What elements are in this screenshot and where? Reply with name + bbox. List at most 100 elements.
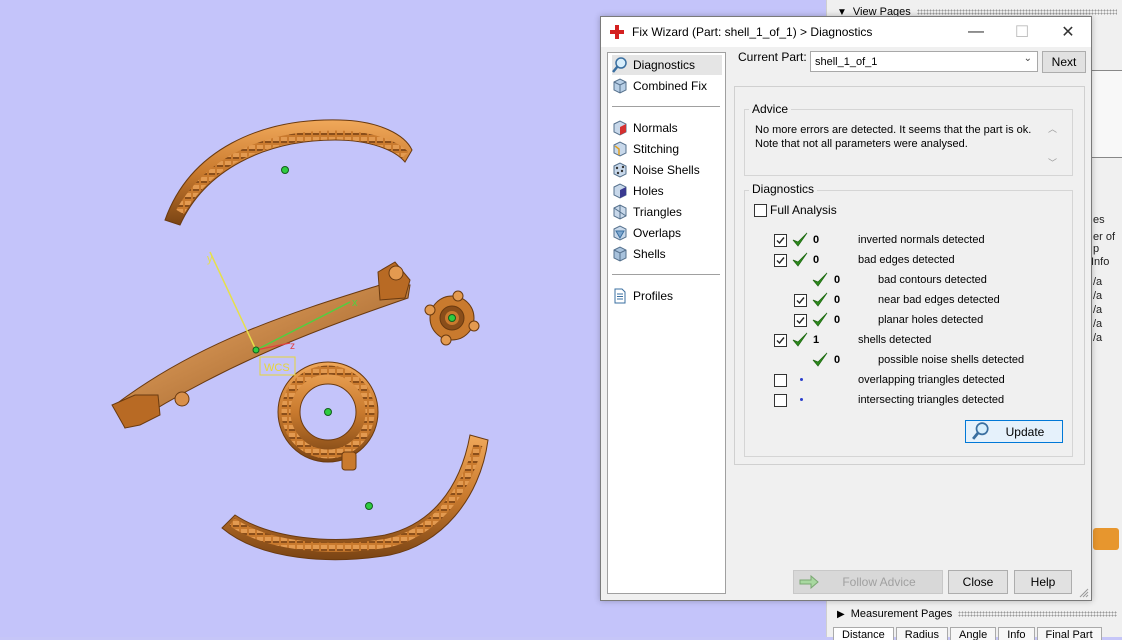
diagnostic-checkbox[interactable] — [794, 314, 807, 327]
fix-wizard-dialog: Fix Wizard (Part: shell_1_of_1) > Diagno… — [600, 16, 1092, 601]
nav-item-combined-fix[interactable]: Combined Fix — [612, 76, 722, 96]
diagnostic-checkbox[interactable] — [774, 374, 787, 387]
follow-advice-button[interactable]: Follow Advice — [793, 570, 943, 594]
nav-label: Profiles — [633, 289, 674, 303]
nav-divider — [612, 106, 720, 107]
diagnostic-count: 0 — [834, 354, 841, 366]
green-check-icon — [812, 292, 828, 308]
tab-radius[interactable]: Radius — [895, 627, 949, 640]
scroll-down-icon[interactable]: ﹀ — [1048, 156, 1057, 169]
chevron-down-icon: ⌄ — [1023, 53, 1032, 64]
nav-item-normals[interactable]: Normals — [612, 118, 722, 138]
diagnostic-label: near bad edges detected — [878, 294, 1000, 306]
nav-label: Shells — [633, 247, 666, 261]
nav-label: Triangles — [633, 205, 682, 219]
toolbar-fragment-icon[interactable] — [1093, 528, 1119, 550]
axis-x-label: x — [352, 297, 358, 309]
full-analysis-checkbox[interactable] — [754, 204, 767, 217]
diagnostic-count: 0 — [834, 274, 841, 286]
scroll-up-icon[interactable]: ︿ — [1048, 122, 1057, 135]
nav-label: Overlaps — [633, 226, 682, 240]
green-check-icon — [812, 352, 828, 368]
diagnostic-count: 1 — [813, 334, 820, 346]
advice-line: Note that not all parameters were analys… — [755, 138, 968, 150]
diagnostic-count: 0 — [834, 294, 841, 306]
nav-label: Diagnostics — [633, 58, 696, 72]
close-button[interactable]: Close — [948, 570, 1008, 594]
title-bar[interactable]: Fix Wizard (Part: shell_1_of_1) > Diagno… — [601, 17, 1091, 47]
magnifier-icon — [972, 422, 989, 440]
update-label: Update — [1005, 424, 1045, 439]
update-button[interactable]: Update — [965, 420, 1063, 443]
part-center-marker — [281, 166, 289, 174]
dialog-title: Fix Wizard (Part: shell_1_of_1) > Diagno… — [632, 25, 873, 39]
close-window-button[interactable]: ✕ — [1045, 17, 1091, 47]
wcs-label: WCS — [264, 362, 290, 374]
measurement-tabs: Distance Radius Angle Info Final Part — [833, 627, 1104, 640]
magnifier-icon — [612, 57, 627, 73]
advice-text: No more errors are detected. It seems th… — [755, 123, 1045, 151]
nav-item-shells[interactable]: Shells — [612, 244, 722, 264]
panel-fragment-cell: /a — [1093, 318, 1103, 330]
axis-z-label: z — [290, 341, 295, 352]
nav-item-diagnostics[interactable]: Diagnostics — [612, 55, 722, 75]
diagnostic-checkbox[interactable] — [794, 294, 807, 307]
diagnostic-label: intersecting triangles detected — [858, 394, 1005, 406]
green-check-icon — [812, 272, 828, 288]
maximize-button[interactable]: ☐ — [999, 17, 1045, 47]
tab-final-part[interactable]: Final Part — [1036, 627, 1102, 640]
diagnostic-label: inverted normals detected — [858, 234, 985, 246]
nav-item-triangles[interactable]: Triangles — [612, 202, 722, 222]
diagnostic-count: 0 — [834, 314, 841, 326]
diagnostic-count: 0 — [813, 254, 820, 266]
nav-item-noise-shells[interactable]: Noise Shells — [612, 160, 722, 180]
tab-info[interactable]: Info — [998, 627, 1035, 640]
current-part-label: Current Part: — [738, 50, 807, 64]
document-icon — [614, 288, 626, 304]
wizard-nav-panel: Diagnostics Combined Fix Normals Stitchi… — [607, 52, 726, 594]
overlaps-icon — [613, 225, 627, 241]
minimize-button[interactable]: — — [953, 17, 999, 47]
view-cube-fragment — [1091, 70, 1122, 158]
noise-shells-icon — [613, 162, 627, 178]
stitching-icon — [613, 141, 627, 157]
nav-item-stitching[interactable]: Stitching — [612, 139, 722, 159]
panel-fragment-cell: /a — [1093, 332, 1103, 344]
diagnostic-label: possible noise shells detected — [878, 354, 1025, 366]
axis-y-label: y — [207, 253, 213, 265]
app-cross-icon — [610, 25, 624, 39]
diagnostic-label: bad edges detected — [858, 254, 955, 266]
follow-advice-label: Follow Advice — [842, 575, 916, 589]
arrow-right-icon — [799, 575, 819, 589]
pending-dot-icon — [800, 378, 803, 381]
advice-scrollbar[interactable]: ︿ ﹀ — [1048, 122, 1061, 168]
nav-divider — [612, 274, 720, 275]
advice-title: Advice — [749, 102, 792, 116]
diagnostic-checkbox[interactable] — [774, 394, 787, 407]
current-part-select[interactable]: shell_1_of_1 ⌄ — [810, 51, 1038, 72]
tab-distance[interactable]: Distance — [833, 627, 894, 640]
resize-grip-icon[interactable] — [1079, 588, 1089, 598]
panel-fragment-text: er of p — [1093, 231, 1116, 255]
next-button[interactable]: Next — [1042, 51, 1086, 73]
panel-fragment-cell: /a — [1093, 304, 1103, 316]
tab-angle[interactable]: Angle — [950, 627, 997, 640]
measurement-pages-header[interactable]: ▶ Measurement Pages — [827, 605, 1122, 623]
pending-dot-icon — [800, 398, 803, 401]
full-analysis-label: Full Analysis — [770, 203, 837, 217]
diagnostic-checkbox[interactable] — [774, 234, 787, 247]
help-button[interactable]: Help — [1014, 570, 1072, 594]
diagnostic-label: planar holes detected — [878, 314, 984, 326]
diagnostic-label: overlapping triangles detected — [858, 374, 1005, 386]
nav-label: Normals — [633, 121, 678, 135]
diagnostic-checkbox[interactable] — [774, 254, 787, 267]
nav-label: Holes — [633, 184, 664, 198]
current-part-value: shell_1_of_1 — [815, 55, 878, 68]
nav-item-holes[interactable]: Holes — [612, 181, 722, 201]
diagnostic-checkbox[interactable] — [774, 334, 787, 347]
nav-item-overlaps[interactable]: Overlaps — [612, 223, 722, 243]
green-check-icon — [792, 332, 808, 348]
triangles-icon — [613, 204, 627, 220]
nav-label: Combined Fix — [633, 79, 708, 93]
nav-item-profiles[interactable]: Profiles — [612, 286, 722, 306]
